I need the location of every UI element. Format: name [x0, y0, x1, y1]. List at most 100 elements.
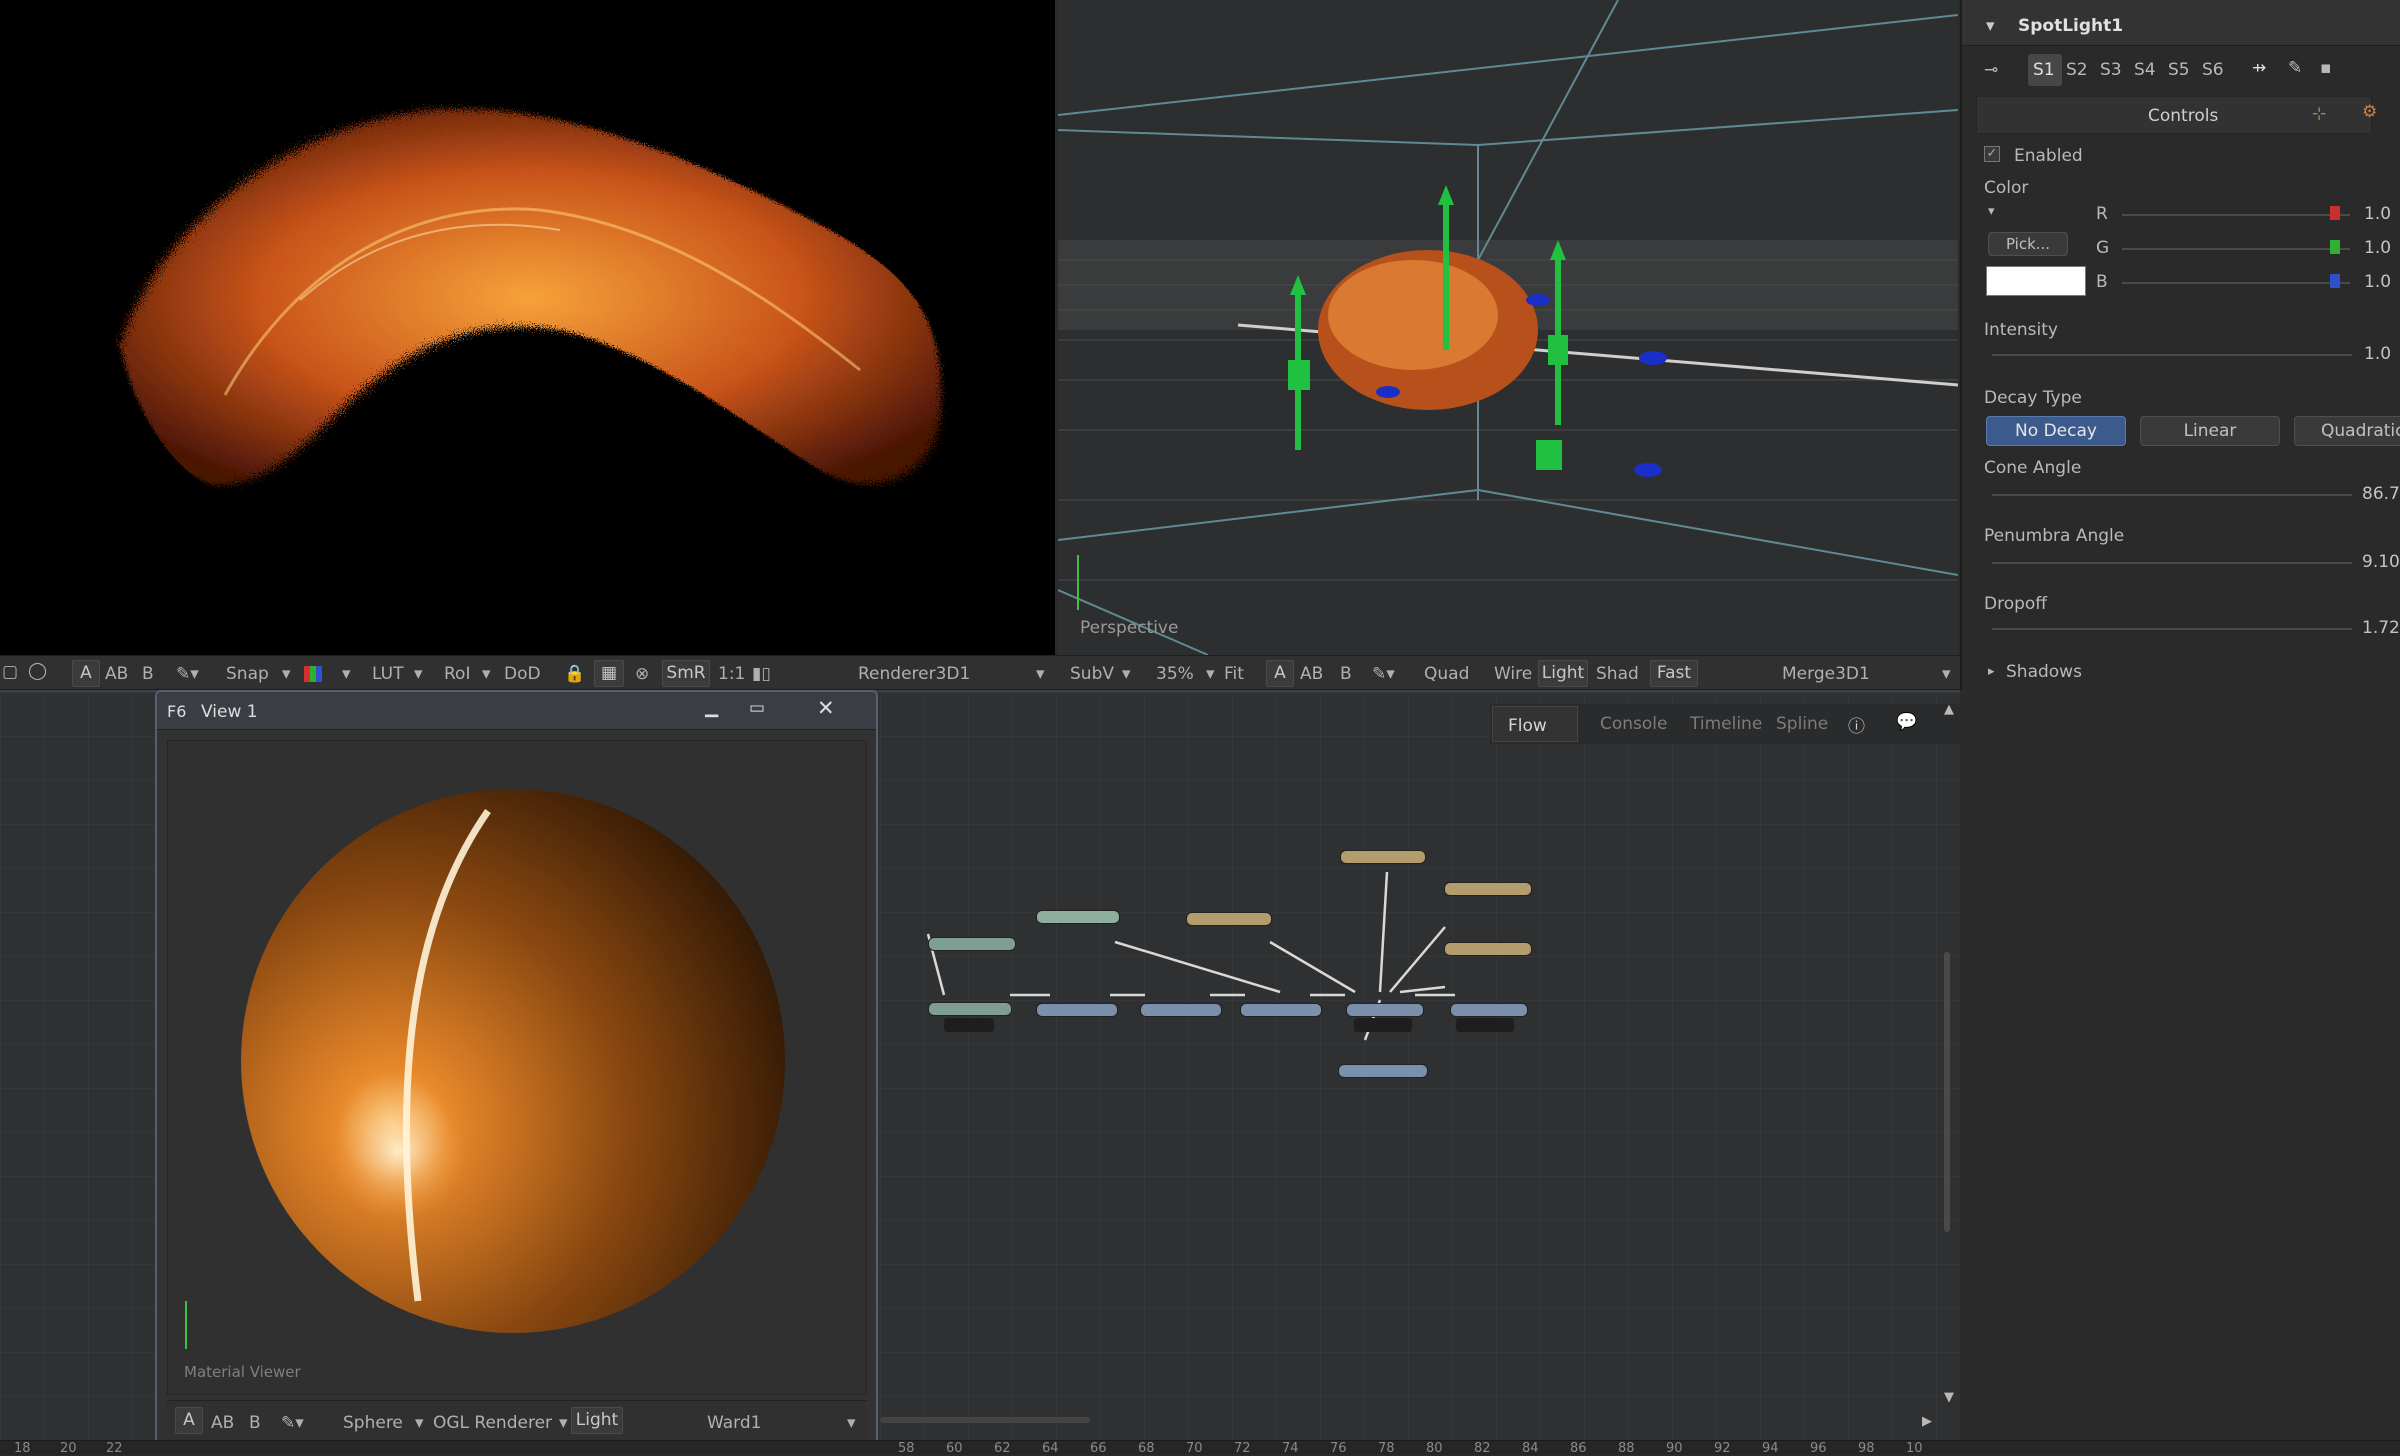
dropoff-slider[interactable] — [1992, 628, 2352, 630]
decay-linear-button[interactable]: Linear — [2140, 416, 2280, 446]
sphere-dropdown[interactable]: Sphere — [343, 1413, 403, 1433]
square-icon[interactable]: ▢ — [2, 662, 18, 682]
color-swatch[interactable] — [1986, 266, 2086, 296]
square-icon[interactable]: ▪ — [2320, 58, 2332, 78]
tab-spline[interactable]: Spline — [1776, 714, 1828, 734]
penumbra-angle-value[interactable]: 9.10 — [2362, 552, 2400, 572]
collapse-arrow-icon[interactable]: ▾ — [1986, 16, 1995, 36]
shadow-button[interactable]: Shad — [1596, 664, 1639, 684]
tab-timeline[interactable]: Timeline — [1690, 714, 1762, 734]
blue-slider[interactable] — [2122, 282, 2350, 284]
cone-angle-value[interactable]: 86.7 — [2362, 484, 2400, 504]
flow-node[interactable] — [1346, 1003, 1424, 1017]
histogram-icon[interactable]: ▮▯ — [752, 664, 771, 684]
cross-icon[interactable]: ⊗ — [635, 664, 649, 684]
buffer-b-button[interactable]: B — [1340, 664, 1352, 684]
scroll-down-icon[interactable]: ▼ — [1944, 1390, 1954, 1405]
buffer-a-button[interactable]: A — [72, 660, 100, 687]
expand-arrow-icon[interactable]: ▸ — [1988, 664, 1995, 679]
red-slider-handle[interactable] — [2330, 206, 2340, 220]
intensity-value[interactable]: 1.0 — [2364, 344, 2391, 364]
dropdown-arrow-icon[interactable]: ▾ — [1036, 664, 1045, 684]
lut-dropdown[interactable]: LUT — [372, 664, 403, 684]
penumbra-angle-slider[interactable] — [1992, 562, 2352, 564]
light-button[interactable]: Light — [571, 1407, 623, 1434]
flow-node[interactable] — [1140, 1003, 1222, 1017]
roi-dropdown[interactable]: RoI — [444, 664, 470, 684]
dropdown-arrow-icon[interactable]: ▾ — [1942, 664, 1951, 684]
color-channel-icon[interactable] — [304, 666, 322, 682]
flow-node[interactable] — [1444, 942, 1532, 956]
red-value[interactable]: 1.0 — [2364, 204, 2391, 224]
dropdown-arrow-icon[interactable]: ▾ — [342, 664, 351, 684]
pick-button[interactable]: Pick... — [1988, 232, 2068, 256]
dropdown-arrow-icon[interactable]: ▾ — [1206, 664, 1215, 684]
tab-console[interactable]: Console — [1600, 714, 1668, 734]
time-ruler[interactable]: 18 20 22 58 60 62 64 66 68 70 72 74 76 78 80 82 84 86 8… — [0, 1440, 2400, 1456]
zoom-dropdown[interactable]: 35% — [1156, 664, 1194, 684]
ratio-button[interactable]: 1:1 — [718, 664, 745, 684]
buffer-b-button[interactable]: B — [249, 1413, 261, 1433]
flow-node[interactable] — [928, 937, 1016, 951]
red-slider[interactable] — [2122, 214, 2350, 216]
expand-arrow-icon[interactable]: ▾ — [1988, 204, 1995, 219]
brush-icon[interactable]: ✎ — [2288, 58, 2302, 78]
view1-window[interactable]: F6 View 1 ▁ ▭ ✕ Material Viewer A AB B ✎… — [155, 690, 878, 1455]
tab-s2[interactable]: S2 — [2066, 60, 2088, 80]
dropdown-arrow-icon[interactable]: ▾ — [847, 1413, 856, 1433]
cone-angle-slider[interactable] — [1992, 494, 2352, 496]
green-value[interactable]: 1.0 — [2364, 238, 2391, 258]
blue-slider-handle[interactable] — [2330, 274, 2340, 288]
circle-icon[interactable]: ◯ — [28, 661, 47, 681]
flow-node[interactable] — [1338, 1064, 1428, 1078]
tab-s6[interactable]: S6 — [2202, 60, 2224, 80]
buffer-a-button[interactable]: A — [175, 1407, 203, 1434]
tab-flow[interactable]: Flow — [1508, 716, 1547, 736]
scroll-right-icon[interactable]: ▶ — [1922, 1414, 1932, 1429]
dod-button[interactable]: DoD — [504, 664, 541, 684]
buffer-b-button[interactable]: B — [142, 664, 154, 684]
comment-icon[interactable]: 💬 — [1896, 712, 1917, 732]
flow-node[interactable] — [1036, 910, 1120, 924]
checker-icon[interactable]: ▦ — [594, 660, 624, 687]
brush-icon[interactable]: ✎▾ — [1372, 664, 1395, 684]
flow-node[interactable] — [1240, 1003, 1322, 1017]
decay-no-decay-button[interactable]: No Decay — [1986, 416, 2126, 446]
shadows-section[interactable]: Shadows — [2006, 662, 2082, 682]
pin-icon[interactable]: ⊸ — [1984, 60, 1998, 80]
blue-value[interactable]: 1.0 — [2364, 272, 2391, 292]
left-viewer[interactable] — [0, 0, 1055, 655]
info-icon[interactable]: ⓘ — [1848, 712, 1865, 737]
material-viewer[interactable]: Material Viewer — [167, 740, 867, 1395]
flow-node[interactable] — [1450, 1003, 1528, 1017]
modifier-icon[interactable]: ⊹ — [2312, 104, 2326, 124]
buffer-ab-button[interactable]: AB — [1300, 664, 1323, 684]
intensity-slider[interactable] — [1992, 354, 2352, 356]
light-type-icon[interactable]: ⇸ — [2252, 58, 2266, 78]
flow-node[interactable] — [1186, 912, 1272, 926]
dropdown-arrow-icon[interactable]: ▾ — [415, 1413, 424, 1433]
dropoff-value[interactable]: 1.72 — [2362, 618, 2400, 638]
fast-button[interactable]: Fast — [1650, 660, 1698, 687]
gear-icon[interactable]: ⚙ — [2362, 102, 2377, 122]
buffer-ab-button[interactable]: AB — [211, 1413, 234, 1433]
tab-s3[interactable]: S3 — [2100, 60, 2122, 80]
quad-button[interactable]: Quad — [1424, 664, 1469, 684]
wire-button[interactable]: Wire — [1494, 664, 1532, 684]
flow-node[interactable] — [1340, 850, 1426, 864]
controls-tab[interactable]: Controls — [2148, 106, 2218, 126]
maximize-icon[interactable]: ▭ — [749, 698, 765, 718]
dropdown-arrow-icon[interactable]: ▾ — [414, 664, 423, 684]
tab-s4[interactable]: S4 — [2134, 60, 2156, 80]
brush-icon[interactable]: ✎▾ — [176, 664, 199, 684]
renderer-dropdown[interactable]: OGL Renderer — [433, 1413, 552, 1433]
fit-button[interactable]: Fit — [1224, 664, 1244, 684]
perspective-viewer[interactable]: Perspective — [1058, 0, 1958, 655]
minimize-icon[interactable]: ▁ — [705, 698, 718, 718]
dropdown-arrow-icon[interactable]: ▾ — [1122, 664, 1131, 684]
dropdown-arrow-icon[interactable]: ▾ — [559, 1413, 568, 1433]
window-titlebar[interactable] — [157, 692, 876, 730]
smr-button[interactable]: SmR — [662, 660, 710, 687]
light-button[interactable]: Light — [1538, 660, 1588, 687]
flow-node[interactable] — [928, 1002, 1012, 1016]
